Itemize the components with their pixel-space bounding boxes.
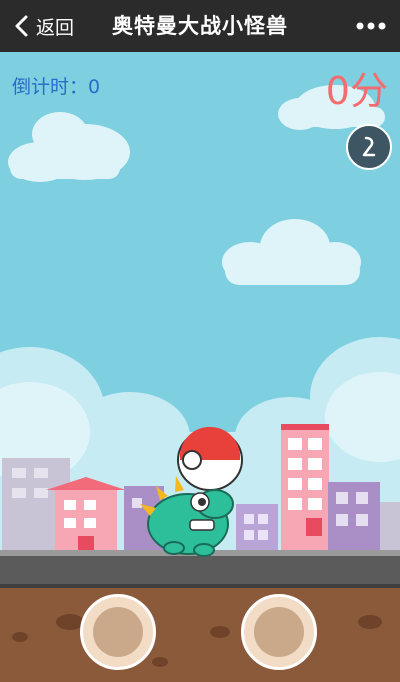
- countdown-timer: 倒计时：0: [12, 72, 100, 99]
- screen: 返回 奥特曼大战小怪兽 倒计时：0 0分: [0, 0, 400, 682]
- more-button[interactable]: [354, 12, 388, 40]
- left-control-button[interactable]: [80, 594, 156, 670]
- more-dots-icon: [356, 22, 386, 30]
- nav-bar: 返回 奥特曼大战小怪兽: [0, 0, 400, 52]
- back-button[interactable]: 返回: [10, 0, 74, 52]
- game-area[interactable]: 倒计时：0 0分: [0, 52, 400, 682]
- music-note-icon: [362, 136, 376, 157]
- building-house: [46, 477, 126, 552]
- game-scene: [0, 52, 400, 682]
- right-control-pad: [254, 607, 304, 657]
- score-display: 0分: [326, 60, 388, 115]
- left-control-pad: [93, 607, 143, 657]
- timer-value: 0: [88, 76, 101, 98]
- score-value: 0: [325, 69, 350, 113]
- right-control-button[interactable]: [241, 594, 317, 670]
- music-toggle-button[interactable]: [346, 124, 392, 170]
- back-label: 返回: [36, 16, 75, 39]
- building-tower: [281, 424, 329, 554]
- score-unit: 分: [349, 69, 388, 113]
- building-center: [236, 504, 278, 552]
- timer-label: 倒计时：: [12, 76, 89, 98]
- chevron-left-icon: [10, 15, 32, 37]
